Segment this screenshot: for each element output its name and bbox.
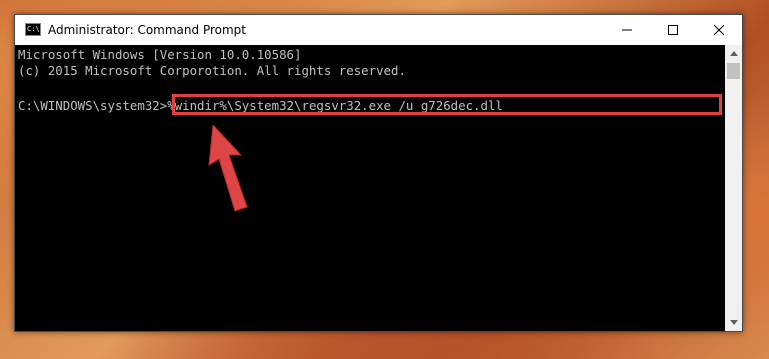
prompt-path: C:\WINDOWS\system32> (18, 98, 168, 113)
command-prompt-icon: C:\ (25, 23, 41, 36)
scroll-up-button[interactable] (725, 45, 742, 62)
chevron-down-icon (729, 320, 738, 325)
command-prompt-window: C:\ Administrator: Command Prompt Micros… (14, 14, 743, 332)
red-arrow-icon (208, 125, 248, 212)
minimize-button[interactable] (604, 15, 650, 45)
chevron-up-icon (729, 51, 738, 56)
close-button[interactable] (696, 15, 742, 45)
console-line: (c) 2015 Microsoft Corporotion. All righ… (18, 63, 406, 78)
maximize-button[interactable] (650, 15, 696, 45)
maximize-icon (668, 25, 678, 35)
minimize-icon (622, 29, 632, 31)
console-output[interactable]: Microsoft Windows [Version 10.0.10586] (… (15, 45, 725, 331)
command-highlight-box (172, 94, 722, 115)
vertical-scrollbar[interactable] (725, 45, 742, 331)
close-icon (714, 25, 724, 35)
scroll-down-button[interactable] (725, 314, 742, 331)
scroll-thumb[interactable] (727, 63, 740, 79)
window-title: Administrator: Command Prompt (48, 23, 246, 37)
console-line: Microsoft Windows [Version 10.0.10586] (18, 47, 302, 62)
title-bar[interactable]: C:\ Administrator: Command Prompt (15, 15, 742, 45)
